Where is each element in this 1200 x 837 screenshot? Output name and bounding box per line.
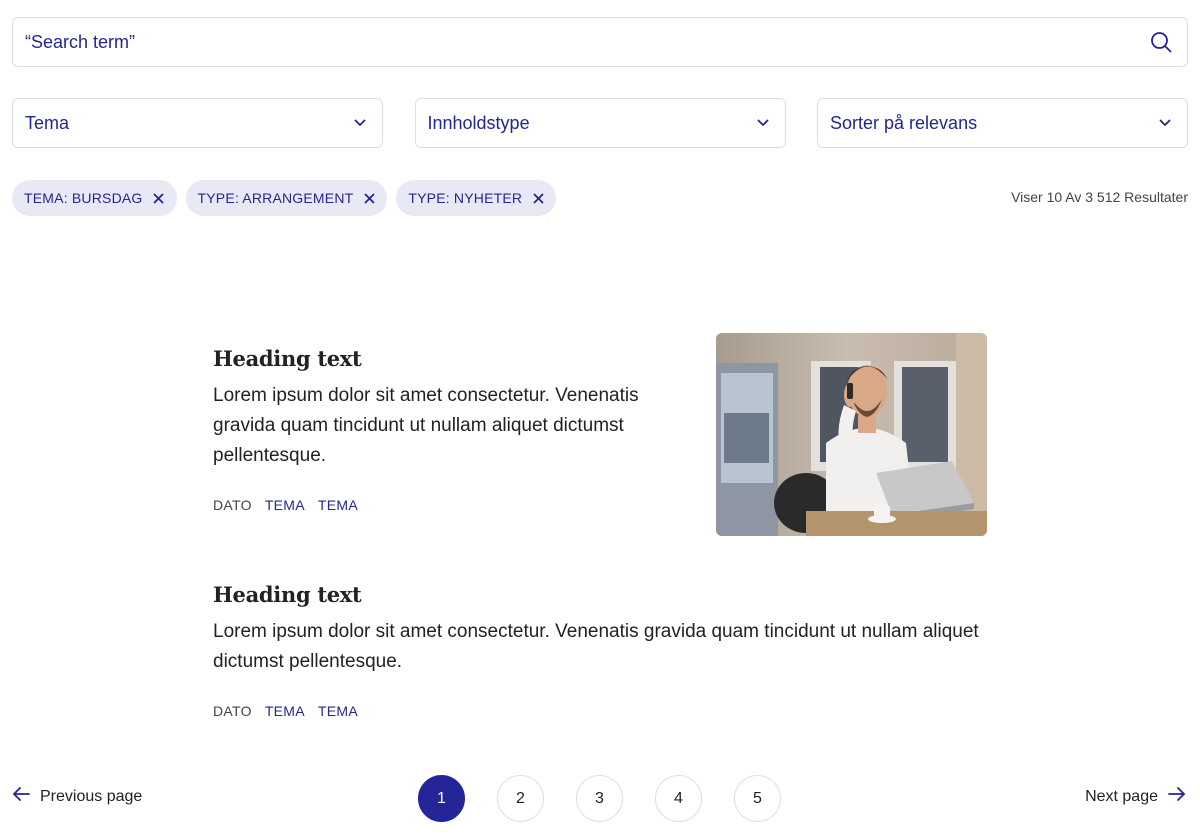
previous-page-label: Previous page bbox=[40, 787, 143, 805]
search-result[interactable]: Heading text Lorem ipsum dolor sit amet … bbox=[213, 582, 983, 719]
theme-select-label: Tema bbox=[25, 112, 70, 133]
next-page-label: Next page bbox=[1085, 787, 1158, 805]
chevron-down-icon bbox=[1155, 113, 1175, 133]
next-page-button[interactable]: Next page bbox=[1085, 787, 1186, 806]
theme-select[interactable]: Tema bbox=[12, 98, 383, 148]
filter-row: Tema Innholdstype Sorter på relevans bbox=[12, 98, 1188, 148]
chevron-down-icon bbox=[753, 113, 773, 133]
result-tag[interactable]: TEMA bbox=[265, 497, 305, 513]
search-bar bbox=[12, 17, 1188, 67]
result-meta: DATO TEMA TEMA bbox=[213, 703, 983, 719]
active-filters: TEMA: BURSDAG TYPE: ARRANGEMENT TYPE: NY… bbox=[12, 180, 557, 216]
result-heading[interactable]: Heading text bbox=[213, 582, 983, 607]
result-date: DATO bbox=[213, 703, 252, 719]
page-button-1[interactable]: 1 bbox=[418, 775, 465, 822]
filter-chip[interactable]: TYPE: NYHETER bbox=[396, 180, 557, 216]
result-thumbnail[interactable] bbox=[716, 333, 987, 536]
result-excerpt: Lorem ipsum dolor sit amet consectetur. … bbox=[213, 385, 639, 466]
arrow-right-icon bbox=[1168, 787, 1186, 806]
close-icon[interactable] bbox=[153, 192, 165, 204]
close-icon[interactable] bbox=[363, 192, 375, 204]
result-excerpt: Lorem ipsum dolor sit amet consectetur. … bbox=[213, 621, 979, 672]
result-tag[interactable]: TEMA bbox=[318, 497, 358, 513]
search-result[interactable]: Heading text Lorem ipsum dolor sit amet … bbox=[213, 346, 673, 513]
sort-select-label: Sorter på relevans bbox=[830, 112, 978, 133]
result-meta: DATO TEMA TEMA bbox=[213, 497, 673, 513]
previous-page-button[interactable]: Previous page bbox=[12, 787, 142, 806]
result-heading[interactable]: Heading text bbox=[213, 346, 673, 371]
result-tag[interactable]: TEMA bbox=[318, 703, 358, 719]
arrow-left-icon bbox=[12, 787, 30, 806]
sort-select[interactable]: Sorter på relevans bbox=[817, 98, 1188, 148]
filter-chip-label: TEMA: BURSDAG bbox=[24, 190, 143, 206]
chevron-down-icon bbox=[350, 113, 370, 133]
filter-chip[interactable]: TEMA: BURSDAG bbox=[12, 180, 177, 216]
content-type-select[interactable]: Innholdstype bbox=[414, 98, 786, 148]
page-button-4[interactable]: 4 bbox=[655, 775, 702, 822]
result-date: DATO bbox=[213, 497, 252, 513]
filter-chip-label: TYPE: ARRANGEMENT bbox=[197, 190, 354, 206]
filter-chip-label: TYPE: NYHETER bbox=[408, 190, 523, 206]
result-count: Viser 10 Av 3 512 Resultater bbox=[1011, 189, 1188, 205]
page-button-2[interactable]: 2 bbox=[497, 775, 544, 822]
page-button-5[interactable]: 5 bbox=[734, 775, 781, 822]
search-icon[interactable] bbox=[1147, 28, 1175, 56]
search-input[interactable] bbox=[25, 31, 1147, 53]
filter-chip[interactable]: TYPE: ARRANGEMENT bbox=[185, 180, 388, 216]
page-button-3[interactable]: 3 bbox=[576, 775, 623, 822]
content-type-select-label: Innholdstype bbox=[427, 112, 530, 133]
page-numbers: 1 2 3 4 5 bbox=[418, 775, 781, 822]
result-tag[interactable]: TEMA bbox=[265, 703, 305, 719]
close-icon[interactable] bbox=[532, 192, 544, 204]
